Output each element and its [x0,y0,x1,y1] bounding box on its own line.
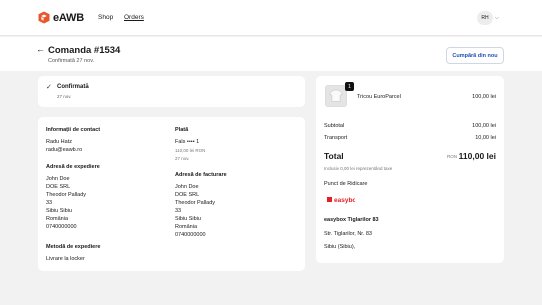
payment-heading: Plată [175,127,189,133]
address-line: 33 [175,208,182,214]
order-subtitle: Confirmată 27 nov. [48,58,95,64]
address-line: Theodor Pallady [175,200,216,206]
status-date: 27 nov. [57,94,72,99]
user-avatar[interactable]: RH [477,11,493,25]
status-label: Confirmată [57,84,89,90]
address-line: DOE SRL [175,192,200,198]
pickup-city: Sibiu (Sibiu), [324,244,356,250]
pickup-heading: Punct de Ridicare [324,181,368,187]
contact-heading: Informații de contact [46,127,101,133]
transport-value: 10,00 lei [475,135,496,141]
subtotal-value: 100,00 lei [472,123,496,129]
order-summary-card: 1 Tricou EuroParcel 100,00 lei Subtotal … [316,76,504,263]
billing-address-heading: Adresă de facturare [175,172,227,178]
box-logo-icon [38,11,50,24]
buy-again-button[interactable]: Cumpără din nou [446,47,504,64]
nav-orders-link[interactable]: Orders [124,14,144,21]
brand-name: eAWB [53,11,84,24]
pickup-name: easybox Tiglarilor 83 [324,217,379,223]
payment-date: 27 nov. [175,156,190,161]
address-line: DOE SRL [46,184,71,190]
address-line: Theodor Pallady [46,192,87,198]
easybox-logo-icon: easybox [325,195,355,204]
total-value: 110,00 lei [458,151,496,161]
contact-name: Radu Hatz [46,139,72,145]
payment-method: Fals •••• 1 [175,139,200,145]
address-line: John Doe [46,176,70,182]
shipping-method-value: Livrare la locker [46,256,85,262]
transport-label: Transport [324,135,348,141]
total-label: Total [324,151,344,161]
chevron-down-icon[interactable]: ⌵ [495,15,499,21]
tshirt-icon [326,86,346,106]
product-name: Tricou EuroParcel [357,94,401,100]
product-price: 100,00 lei [472,94,496,100]
subtotal-label: Subtotal [324,123,345,129]
address-line: John Doe [175,184,199,190]
address-line: 0740000000 [175,232,206,238]
payment-amount: 110,00 lei RON [175,148,206,153]
shipping-address-heading: Adresă de expediere [46,164,100,170]
product-image [325,85,347,107]
address-line: România [46,216,69,222]
contact-email: radu@eawb.ro [46,147,83,153]
shipping-method-heading: Metodă de expediere [46,244,101,250]
brand-logo[interactable]: eAWB [38,11,84,24]
quantity-badge: 1 [345,82,354,91]
pickup-street: Str. Tiglarilor, Nr. 83 [324,231,372,237]
address-line: 0740000000 [46,224,77,230]
address-line: Sibiu Sibiu [175,216,201,222]
page-title: Comanda #1534 [48,45,121,56]
address-line: 33 [46,200,53,206]
svg-text:easybox: easybox [334,197,355,204]
status-card: ✓ Confirmată 27 nov. [38,76,305,107]
address-line: Sibiu Sibiu [46,208,72,214]
total-currency: RON [447,154,457,159]
order-details-card: Informații de contact Radu Hatz radu@eaw… [38,117,305,271]
nav-shop-link[interactable]: Shop [98,14,113,21]
check-icon: ✓ [46,84,52,91]
arrow-left-icon[interactable]: ← [36,44,45,54]
top-navbar: eAWB Shop Orders RH ⌵ [0,0,542,36]
tax-note: Inclusiv 0,00 lei reprezentând taxe [324,166,393,171]
address-line: România [175,224,198,230]
